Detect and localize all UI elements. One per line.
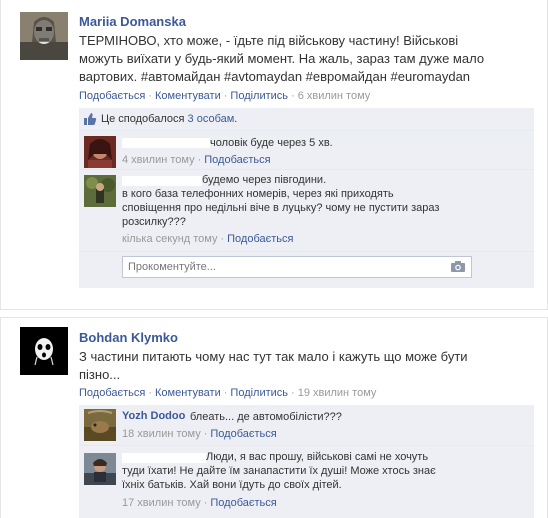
post-text-line: ТЕРМІНОВО, хто може, - їдьте під військо…	[79, 33, 459, 48]
thumbs-up-icon	[84, 113, 97, 125]
share-link[interactable]: Поділитись	[230, 387, 288, 399]
comment-timestamp[interactable]: 18 хвилин тому	[122, 428, 201, 440]
post-timestamp[interactable]: 19 хвилин тому	[298, 387, 377, 399]
post-text-line: вартових. #автомайдан #avtomaydan #евром…	[79, 69, 471, 84]
comments-panel: Це сподобалося 3 особам. чоловік буде че…	[79, 108, 534, 288]
redacted-name	[122, 138, 210, 148]
comment-timestamp[interactable]: 4 хвилин тому	[122, 154, 195, 166]
comment-item: чоловік буде через 5 хв. 4 хвилин тому · П…	[79, 131, 534, 170]
comment-text-line: будемо через півгодини.	[202, 174, 327, 186]
comment-like-link[interactable]: Подобається	[227, 233, 293, 245]
commenter-avatar[interactable]	[84, 136, 116, 168]
comment-text-line: сповіщення про недільні віче в луцьку? ч…	[122, 202, 440, 214]
comment-text-line: Люди, я вас прошу, військові самі не хоч…	[206, 451, 429, 463]
comment-item: Люди, я вас прошу, військові самі не хоч…	[79, 447, 534, 518]
post-text: ТЕРМІНОВО, хто може, - їдьте під військо…	[79, 32, 484, 86]
post-timestamp[interactable]: 6 хвилин тому	[298, 90, 371, 102]
comment-text-line: розсилку???	[122, 216, 186, 228]
author-avatar[interactable]	[20, 12, 68, 60]
comment-input-placeholder: Прокоментуйте...	[128, 261, 216, 273]
share-link[interactable]: Поділитись	[230, 90, 288, 102]
feed-post: Bohdan Klymko З частини питають чому нас…	[0, 317, 548, 518]
commenter-avatar[interactable]	[84, 175, 116, 207]
comment-link[interactable]: Коментувати	[155, 90, 221, 102]
comment-text-line: туди їхати! Не дайте їм занапастити їх д…	[122, 465, 436, 477]
commenter-avatar[interactable]	[84, 453, 116, 485]
likes-count-link[interactable]: 3 особам	[188, 113, 235, 125]
likes-prefix: Це сподобалося	[101, 113, 188, 125]
post-text-line: пізно...	[79, 367, 121, 382]
comment-text: чоловік буде через 5 хв.	[210, 136, 333, 150]
separator: ·	[148, 387, 152, 399]
comment-text: будемо через півгодини. в кого база теле…	[122, 173, 439, 229]
separator: ·	[291, 387, 295, 399]
separator: ·	[223, 387, 228, 399]
separator: ·	[220, 233, 225, 245]
comment-timestamp[interactable]: 17 хвилин тому	[122, 497, 201, 509]
likes-summary: Це сподобалося 3 особам.	[79, 108, 534, 131]
comment-like-link[interactable]: Подобається	[210, 497, 276, 509]
comment-input[interactable]: Прокоментуйте...	[122, 256, 472, 278]
comment-text-line: блеать... де автомобілісти???	[190, 411, 342, 423]
post-text: З частини питають чому нас тут так мало …	[79, 348, 468, 384]
comment-text-line: їхніх батьків. Хай вони їдуть до своїх д…	[122, 479, 342, 491]
likes-text: Це сподобалося 3 особам.	[101, 113, 237, 125]
separator: ·	[197, 154, 202, 166]
post-text-line: можуть виїхати у будь-який момент. На жа…	[79, 51, 485, 66]
separator: ·	[148, 90, 152, 102]
comment-text-line: чоловік буде через 5 хв.	[210, 137, 333, 149]
comment-item: будемо через півгодини. в кого база теле…	[79, 171, 534, 252]
likes-suffix: .	[234, 113, 238, 125]
comments-panel: Yozh Dodoo блеать... де автомобілісти???…	[79, 405, 534, 518]
author-name[interactable]: Bohdan Klymko	[79, 330, 178, 345]
comment-text: блеать... де автомобілісти???	[190, 410, 342, 424]
comment-link[interactable]: Коментувати	[155, 387, 221, 399]
comment-like-link[interactable]: Подобається	[204, 154, 270, 166]
comment-meta: 18 хвилин тому · Подобається	[122, 428, 277, 440]
comment-item: Yozh Dodoo блеать... де автомобілісти???…	[79, 405, 534, 446]
comment-meta: 4 хвилин тому · Подобається	[122, 154, 271, 166]
commenter-avatar[interactable]	[84, 409, 116, 441]
author-name[interactable]: Mariia Domanska	[79, 14, 186, 29]
comment-text-line: в кого база телефонних номерів, через як…	[122, 188, 394, 200]
commenter-name[interactable]: Yozh Dodoo	[122, 410, 185, 422]
camera-icon[interactable]	[451, 261, 465, 272]
separator: ·	[203, 497, 208, 509]
post-text-line: З частини питають чому нас тут так мало …	[79, 349, 468, 364]
like-link[interactable]: Подобається	[79, 387, 145, 399]
comment-meta: кілька секунд тому · Подобається	[122, 233, 293, 245]
comment-like-link[interactable]: Подобається	[210, 428, 276, 440]
separator: ·	[223, 90, 228, 102]
author-avatar[interactable]	[20, 327, 68, 375]
like-link[interactable]: Подобається	[79, 90, 145, 102]
feed-post: Mariia Domanska ТЕРМІНОВО, хто може, - ї…	[0, 0, 548, 310]
comment-timestamp[interactable]: кілька секунд тому	[122, 233, 217, 245]
post-actions: Подобається · Коментувати · Поділитись · 6 хви…	[79, 90, 370, 102]
comment-text: Люди, я вас прошу, військові самі не хоч…	[122, 450, 436, 492]
separator: ·	[203, 428, 208, 440]
comment-meta: 17 хвилин тому · Подобається	[122, 497, 277, 509]
separator: ·	[291, 90, 295, 102]
post-actions: Подобається · Коментувати · Поділитись · 19 хв…	[79, 387, 376, 399]
